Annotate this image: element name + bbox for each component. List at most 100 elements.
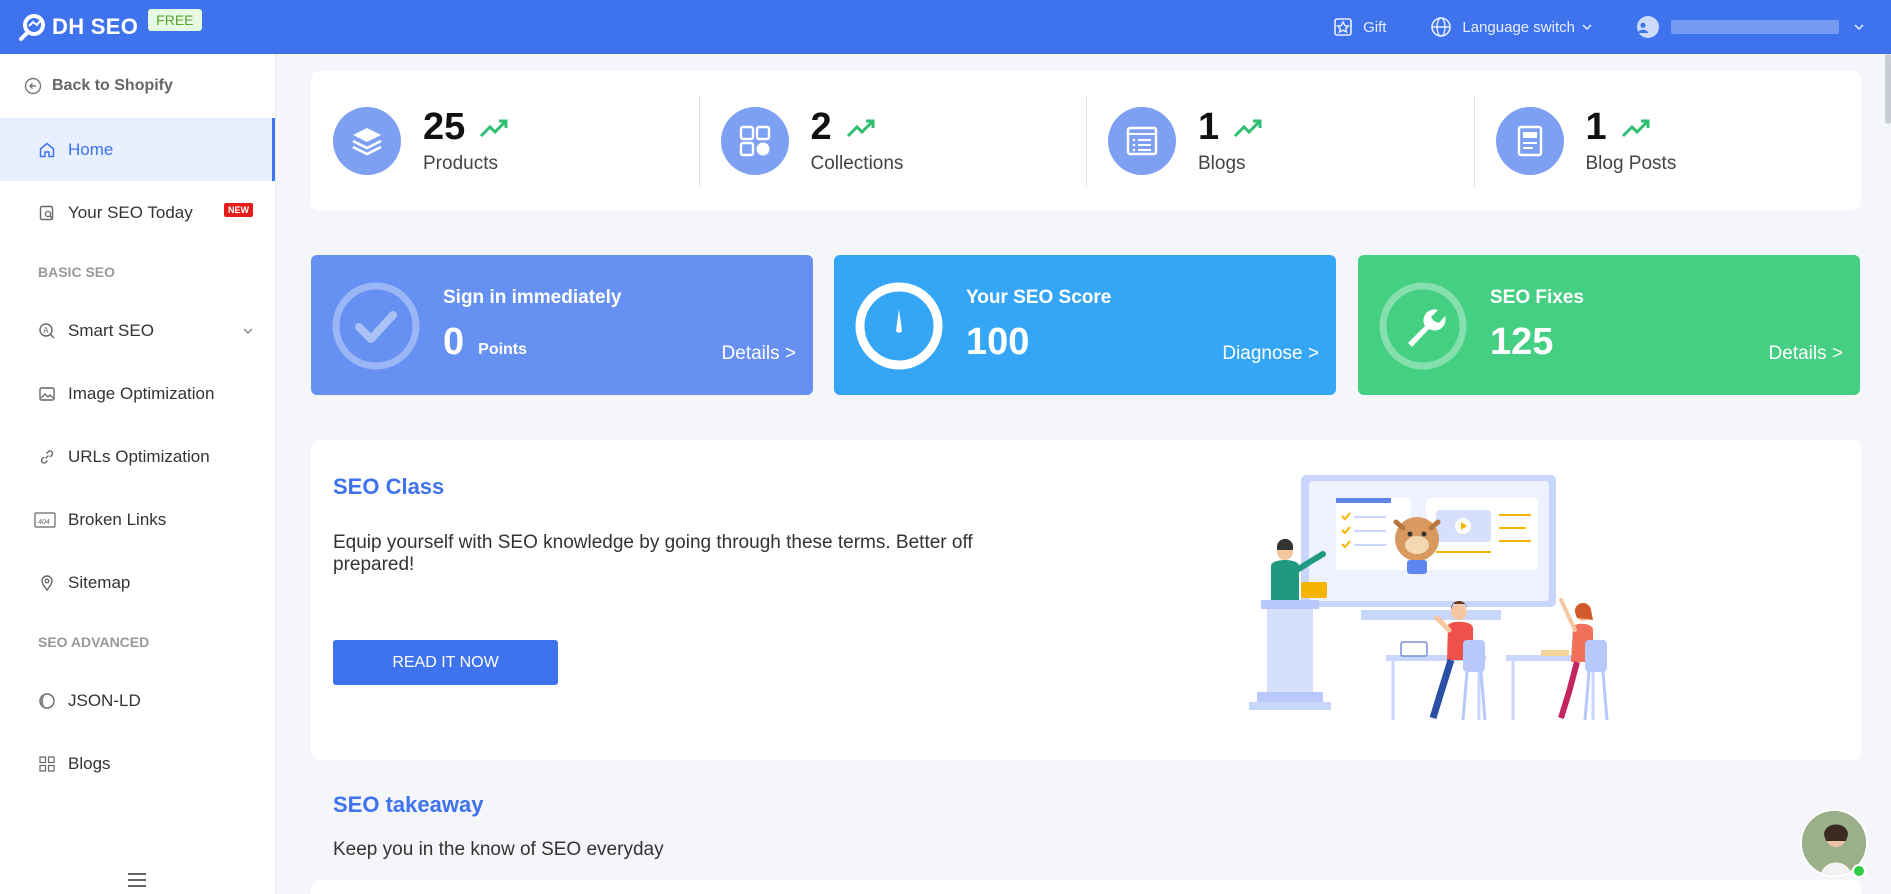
main-content: 25 Products 2 Collections 1 Blogs 1 Blog… [276,54,1891,894]
sidebar-item-label: Home [68,139,114,159]
points-unit: Points [478,341,528,358]
chevron-down-icon [1854,24,1864,31]
language-switch[interactable]: Language switch [1430,16,1593,38]
stat-value: 1 [1585,106,1607,148]
stat-value: 1 [1198,106,1220,148]
seo-fixes-value: 125 [1490,321,1554,363]
sidebar-item-label: URLs Optimization [68,446,210,466]
points-value: 0 [443,321,465,363]
chevron-down-icon [1582,24,1592,31]
sidebar-item-label: Sitemap [68,572,131,592]
stats-card: 25 Products 2 Collections 1 Blogs 1 Blog… [311,71,1861,210]
grid-icon [720,106,789,175]
seo-fixes-title: SEO Fixes [1490,287,1584,308]
arrow-left-circle-icon [24,77,42,95]
classroom-illustration [1249,475,1609,721]
json-ld-icon [39,692,55,709]
seo-score-title: Your SEO Score [966,287,1112,308]
seo-score-value: 100 [966,321,1030,363]
sidebar-item-blogs[interactable]: Blogs [0,732,275,795]
seo-class-description: Equip yourself with SEO knowledge by goi… [333,532,973,575]
sign-in-card: Sign in immediately 0 Points Details > [311,255,813,395]
stat-label: Blog Posts [1585,153,1677,174]
sidebar-item-label: Smart SEO [68,320,154,340]
seo-class-title: SEO Class [333,474,445,499]
svg-text:404: 404 [38,519,50,526]
back-label: Back to Shopify [52,77,173,94]
app-name: DH SEO [52,14,139,39]
sidebar-item-image-optimization[interactable]: Image Optimization [0,362,275,425]
stat-blogs[interactable]: 1 Blogs [1086,71,1474,210]
sidebar-item-json-ld[interactable]: JSON-LD [0,669,275,732]
broken-link-icon: 404 [34,511,56,528]
stat-products[interactable]: 25 Products [311,71,699,210]
document-icon [1495,106,1564,175]
new-badge: NEW [224,203,253,217]
takeaway-card [311,880,1861,894]
gift-button[interactable]: Gift [1333,17,1386,37]
sidebar-item-label: Broken Links [68,509,167,529]
sidebar-item-label: Your SEO Today [68,202,193,222]
svg-text:A: A [43,326,49,335]
seo-fixes-details-link[interactable]: Details > [1769,343,1843,365]
sidebar-item-label: Image Optimization [68,383,215,403]
stat-label: Products [423,153,498,174]
section-seo-advanced: SEO ADVANCED [38,633,150,650]
trend-up-icon [846,119,875,137]
plan-badge: FREE [148,9,202,31]
gauge-icon [855,282,943,370]
menu-collapse-icon[interactable] [126,870,148,890]
sidebar-item-broken-links[interactable]: 404 Broken Links [0,488,275,551]
smart-seo-icon: A [39,322,55,338]
stat-label: Blogs [1198,153,1246,174]
home-icon [39,142,55,157]
seo-takeaway-description: Keep you in the know of SEO everyday [333,839,664,860]
gift-icon [1334,18,1352,36]
image-icon [39,386,55,401]
logo-icon [19,14,45,41]
user-name-redacted [1671,20,1839,34]
page-scrollbar[interactable] [1885,54,1891,124]
user-menu[interactable] [1637,16,1865,38]
blogs-icon [39,755,55,772]
seo-class-card: SEO Class Equip yourself with SEO knowle… [311,440,1861,760]
sitemap-icon [41,574,53,591]
sidebar-item-urls-optimization[interactable]: URLs Optimization [0,425,275,488]
check-circle-icon [332,282,420,370]
sidebar-item-smart-seo[interactable]: A Smart SEO [0,299,275,362]
sidebar-item-sitemap[interactable]: Sitemap [0,551,275,614]
seo-score-card: Your SEO Score 100 Diagnose > [834,255,1336,395]
seo-fixes-card: SEO Fixes 125 Details > [1358,255,1860,395]
stat-value: 25 [423,106,466,148]
gift-label: Gift [1363,18,1387,36]
globe-icon [1431,17,1452,37]
seo-takeaway-title: SEO takeaway [333,792,484,817]
stat-blog-posts[interactable]: 1 Blog Posts [1473,71,1862,210]
read-it-now-button[interactable]: READ IT NOW [333,640,558,685]
sidebar: Back to Shopify Home Your SEO Today NEW … [0,54,276,894]
sidebar-item-label: JSON-LD [68,690,141,710]
stat-label: Collections [810,153,904,174]
section-basic-seo: BASIC SEO [38,263,116,280]
trend-up-icon [1621,119,1650,137]
app-logo[interactable]: DH SEO FREE [18,9,202,41]
language-label: Language switch [1462,18,1575,36]
online-status-dot [1852,864,1866,878]
sign-in-details-link[interactable]: Details > [722,343,796,365]
chevron-down-icon [243,328,253,334]
sidebar-item-your-seo-today[interactable]: Your SEO Today NEW [0,181,275,244]
wrench-icon [1379,282,1467,370]
list-window-icon [1108,106,1176,175]
top-bar: DH SEO FREE Gift Language switch [0,0,1891,54]
diagnose-link[interactable]: Diagnose > [1222,343,1319,365]
link-icon [40,449,54,464]
stat-value: 2 [810,106,832,148]
stat-collections[interactable]: 2 Collections [698,71,1087,210]
layers-icon [333,106,401,175]
sidebar-item-label: Blogs [68,753,111,773]
seo-today-icon [39,205,54,220]
trend-up-icon [480,119,508,137]
sidebar-item-home[interactable]: Home [0,118,275,181]
trend-up-icon [1234,119,1262,137]
back-to-shopify-link[interactable]: Back to Shopify [0,54,275,118]
